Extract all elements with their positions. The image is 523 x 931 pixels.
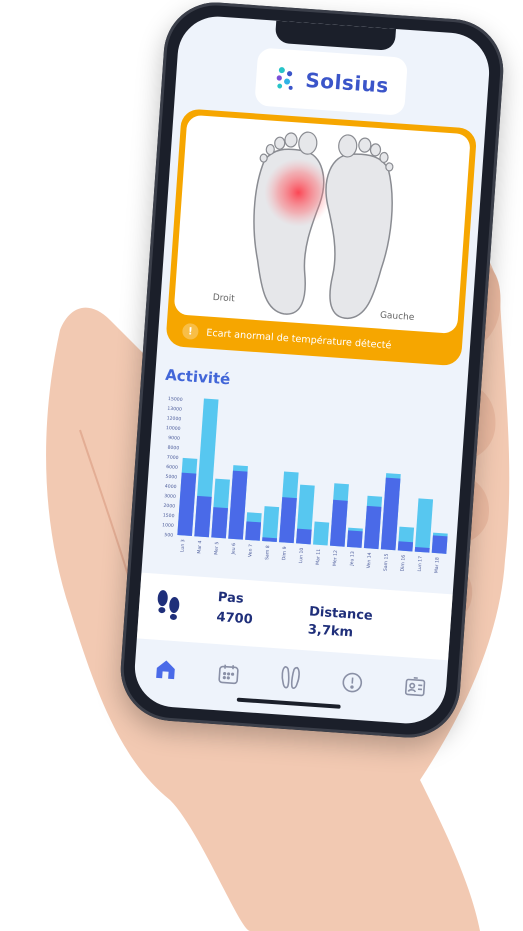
steps-label: Pas	[217, 590, 245, 607]
x-tick-label: Jeu 13	[349, 551, 356, 567]
y-tick-label: 12000	[166, 415, 181, 422]
phone-notch	[274, 20, 396, 51]
insoles-icon[interactable]	[277, 664, 305, 692]
y-tick-label: 8000	[167, 445, 179, 452]
y-tick-label: 6000	[166, 464, 178, 471]
footsteps-icon	[157, 590, 180, 620]
distance-value: 3,7km	[307, 622, 354, 641]
temperature-alert[interactable]: ! Ecart anormal de température détecté	[181, 322, 392, 354]
warning-icon: !	[181, 322, 199, 340]
feet-illustration-panel: Droit Gauche	[173, 114, 471, 335]
bar-series-1[interactable]	[245, 521, 262, 541]
y-tick-label: 4000	[165, 483, 177, 490]
x-tick-label: Jeu 6	[230, 543, 237, 556]
bar-series-1[interactable]	[363, 505, 382, 550]
feet-temperature-card[interactable]: Droit Gauche ! Ecart anormal de températ…	[165, 108, 478, 367]
y-tick-label: 500	[164, 532, 173, 539]
app-header: Solsius	[254, 47, 409, 116]
phone: Solsius Droit Gauche ! Ecart anormal de …	[117, 0, 507, 741]
calendar-icon[interactable]	[214, 660, 242, 688]
steps-value: 4700	[215, 609, 254, 628]
app-name: Solsius	[304, 67, 390, 98]
phone-screen: Solsius Droit Gauche ! Ecart anormal de …	[132, 13, 492, 727]
bar-series-1[interactable]	[228, 470, 248, 540]
solsius-logo-icon	[276, 67, 293, 90]
x-tick-label: Mar 11	[315, 549, 322, 565]
x-tick-label: Mer 5	[213, 542, 220, 556]
home-icon[interactable]	[152, 656, 180, 684]
y-tick-label: 15000	[168, 396, 183, 403]
left-foot-shape	[325, 134, 394, 320]
x-tick-label: Mar 18	[434, 557, 441, 573]
bar-series-1[interactable]	[329, 499, 348, 547]
x-tick-label: Sam 15	[383, 553, 390, 571]
bar-series-1[interactable]	[431, 535, 448, 554]
y-tick-label: 2000	[163, 503, 175, 510]
y-tick-label: 13000	[167, 406, 182, 413]
x-tick-label: Lun 17	[417, 556, 424, 572]
activity-chart: 15000 13000 12000 10000 9000 8000 7000 6000 5000…	[162, 396, 448, 573]
y-tick-label: 5000	[165, 474, 177, 481]
bar-series-1[interactable]	[397, 541, 414, 552]
right-foot-label: Droit	[212, 292, 236, 305]
x-tick-label: Lun 10	[298, 547, 305, 563]
bar-series-2[interactable]	[414, 498, 434, 553]
alert-text: Ecart anormal de température détecté	[205, 327, 392, 351]
bar-series-1[interactable]	[279, 497, 297, 544]
activity-title: Activité	[164, 365, 231, 389]
x-tick-label: Dim 16	[400, 555, 407, 572]
y-tick-label: 1500	[163, 513, 175, 520]
bar-series-2[interactable]	[313, 521, 330, 546]
bar-series-1[interactable]	[346, 530, 363, 548]
y-tick-label: 1000	[162, 522, 174, 529]
y-tick-label: 7000	[167, 454, 179, 461]
bar-series-1[interactable]	[296, 528, 312, 545]
y-tick-label: 3000	[164, 493, 176, 500]
profile-card-icon[interactable]	[401, 673, 429, 701]
bar-series-1[interactable]	[177, 472, 197, 537]
bar-series-1[interactable]	[211, 507, 228, 539]
x-tick-label: Dim 9	[281, 546, 288, 560]
bar-series-1[interactable]	[380, 477, 401, 551]
x-tick-label: Mer 12	[332, 550, 339, 566]
x-tick-label: Ven 14	[366, 552, 373, 568]
y-tick-label: 9000	[168, 435, 180, 442]
bar-series-1[interactable]	[194, 495, 212, 538]
x-tick-label: Sam 8	[264, 545, 271, 560]
x-tick-label: Lun 3	[179, 539, 186, 552]
alert-icon[interactable]	[339, 669, 367, 697]
y-tick-label: 10000	[166, 425, 181, 432]
x-tick-label: Mar 4	[196, 540, 203, 554]
bar-series-2[interactable]	[262, 506, 280, 542]
x-tick-label: Ven 7	[247, 544, 254, 557]
distance-label: Distance	[308, 604, 374, 624]
